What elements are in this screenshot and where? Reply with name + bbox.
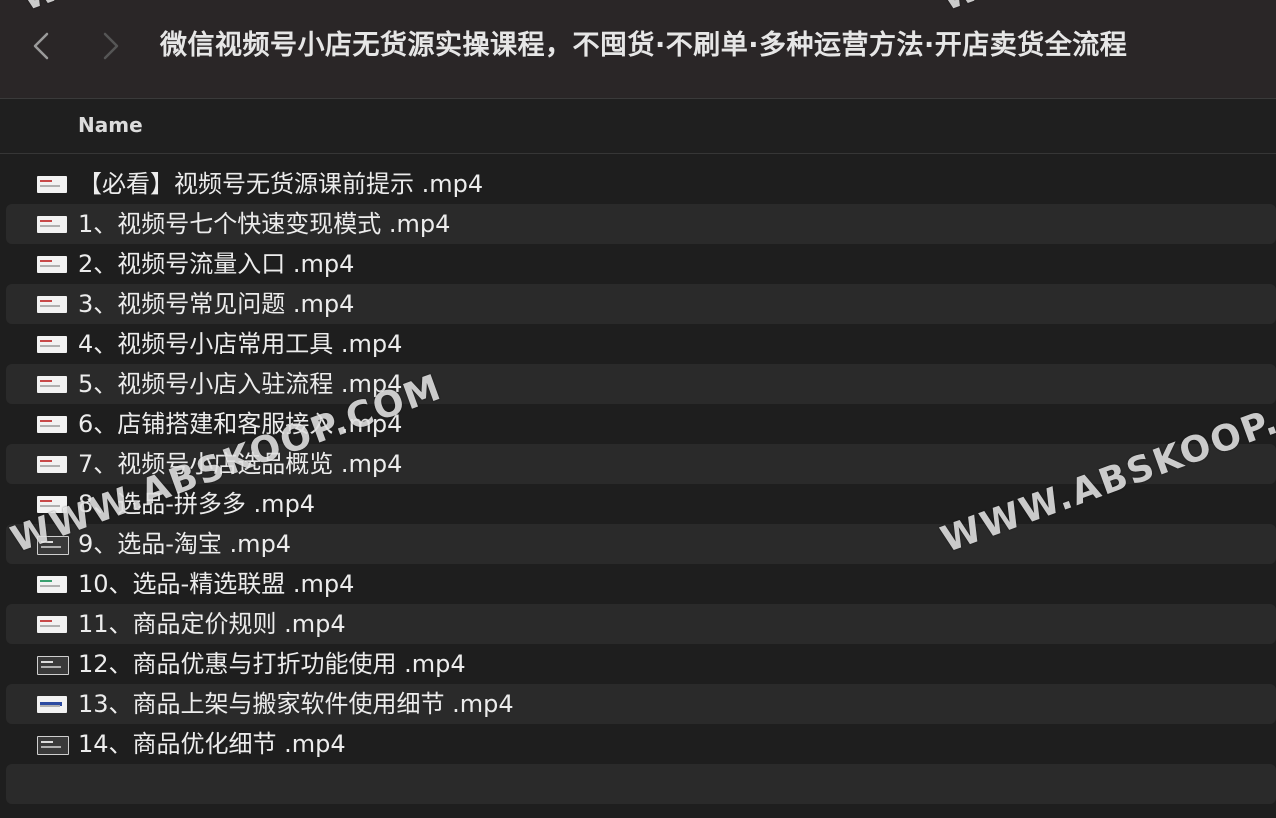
file-row[interactable]: 12、商品优惠与打折功能使用 .mp4: [6, 644, 1276, 684]
video-thumbnail-icon: [37, 496, 67, 513]
column-header-name[interactable]: Name: [78, 113, 143, 137]
file-row[interactable]: 【必看】视频号无货源课前提示 .mp4: [6, 164, 1276, 204]
file-name: 【必看】视频号无货源课前提示 .mp4: [78, 170, 484, 198]
file-row[interactable]: 2、视频号流量入口 .mp4: [6, 244, 1276, 284]
empty-row: [6, 764, 1276, 804]
file-name: 1、视频号七个快速变现模式 .mp4: [78, 210, 451, 238]
finder-window: 微信视频号小店无货源实操课程，不囤货·不刷单·多种运营方法·开店卖货全流程 Na…: [0, 0, 1276, 818]
file-row[interactable]: 4、视频号小店常用工具 .mp4: [6, 324, 1276, 364]
video-thumbnail-icon: [37, 616, 67, 633]
file-row[interactable]: 10、选品-精选联盟 .mp4: [6, 564, 1276, 604]
video-thumbnail-icon: [37, 696, 67, 713]
video-thumbnail-icon: [37, 216, 67, 233]
file-name: 4、视频号小店常用工具 .mp4: [78, 330, 403, 358]
file-name: 11、商品定价规则 .mp4: [78, 610, 346, 638]
file-name: 8、选品-拼多多 .mp4: [78, 490, 316, 518]
file-name: 12、商品优惠与打折功能使用 .mp4: [78, 650, 466, 678]
file-name: 14、商品优化细节 .mp4: [78, 730, 346, 758]
video-thumbnail-icon: [37, 376, 67, 393]
video-thumbnail-icon: [37, 256, 67, 273]
file-name: 10、选品-精选联盟 .mp4: [78, 570, 355, 598]
video-thumbnail-icon: [37, 456, 67, 473]
video-thumbnail-icon: [37, 336, 67, 353]
file-row[interactable]: 6、店铺搭建和客服接入 .mp4: [6, 404, 1276, 444]
video-thumbnail-icon: [37, 416, 67, 433]
video-thumbnail-icon: [37, 296, 67, 313]
file-row[interactable]: 1、视频号七个快速变现模式 .mp4: [6, 204, 1276, 244]
file-name: 13、商品上架与搬家软件使用细节 .mp4: [78, 690, 514, 718]
file-row[interactable]: 7、视频号小店选品概览 .mp4: [6, 444, 1276, 484]
file-row[interactable]: 9、选品-淘宝 .mp4: [6, 524, 1276, 564]
window-title: 微信视频号小店无货源实操课程，不囤货·不刷单·多种运营方法·开店卖货全流程: [160, 30, 1128, 61]
back-button[interactable]: [26, 26, 56, 66]
list-header: Name: [0, 99, 1276, 154]
video-thumbnail-icon: [37, 656, 69, 675]
toolbar: 微信视频号小店无货源实操课程，不囤货·不刷单·多种运营方法·开店卖货全流程: [0, 0, 1276, 99]
video-thumbnail-icon: [37, 736, 69, 755]
file-name: 9、选品-淘宝 .mp4: [78, 530, 292, 558]
forward-button[interactable]: [96, 26, 126, 66]
file-name: 5、视频号小店入驻流程 .mp4: [78, 370, 403, 398]
file-name: 3、视频号常见问题 .mp4: [78, 290, 355, 318]
file-row[interactable]: 13、商品上架与搬家软件使用细节 .mp4: [6, 684, 1276, 724]
video-thumbnail-icon: [37, 176, 67, 193]
file-name: 7、视频号小店选品概览 .mp4: [78, 450, 403, 478]
file-row[interactable]: 14、商品优化细节 .mp4: [6, 724, 1276, 764]
file-row[interactable]: 5、视频号小店入驻流程 .mp4: [6, 364, 1276, 404]
video-thumbnail-icon: [37, 536, 69, 555]
chevron-left-icon: [33, 32, 49, 60]
file-list: 【必看】视频号无货源课前提示 .mp4 1、视频号七个快速变现模式 .mp4 2…: [0, 164, 1276, 804]
file-row[interactable]: 3、视频号常见问题 .mp4: [6, 284, 1276, 324]
file-name: 6、店铺搭建和客服接入 .mp4: [78, 410, 403, 438]
file-row[interactable]: 11、商品定价规则 .mp4: [6, 604, 1276, 644]
file-row[interactable]: 8、选品-拼多多 .mp4: [6, 484, 1276, 524]
file-name: 2、视频号流量入口 .mp4: [78, 250, 355, 278]
video-thumbnail-icon: [37, 576, 67, 593]
chevron-right-icon: [103, 32, 119, 60]
